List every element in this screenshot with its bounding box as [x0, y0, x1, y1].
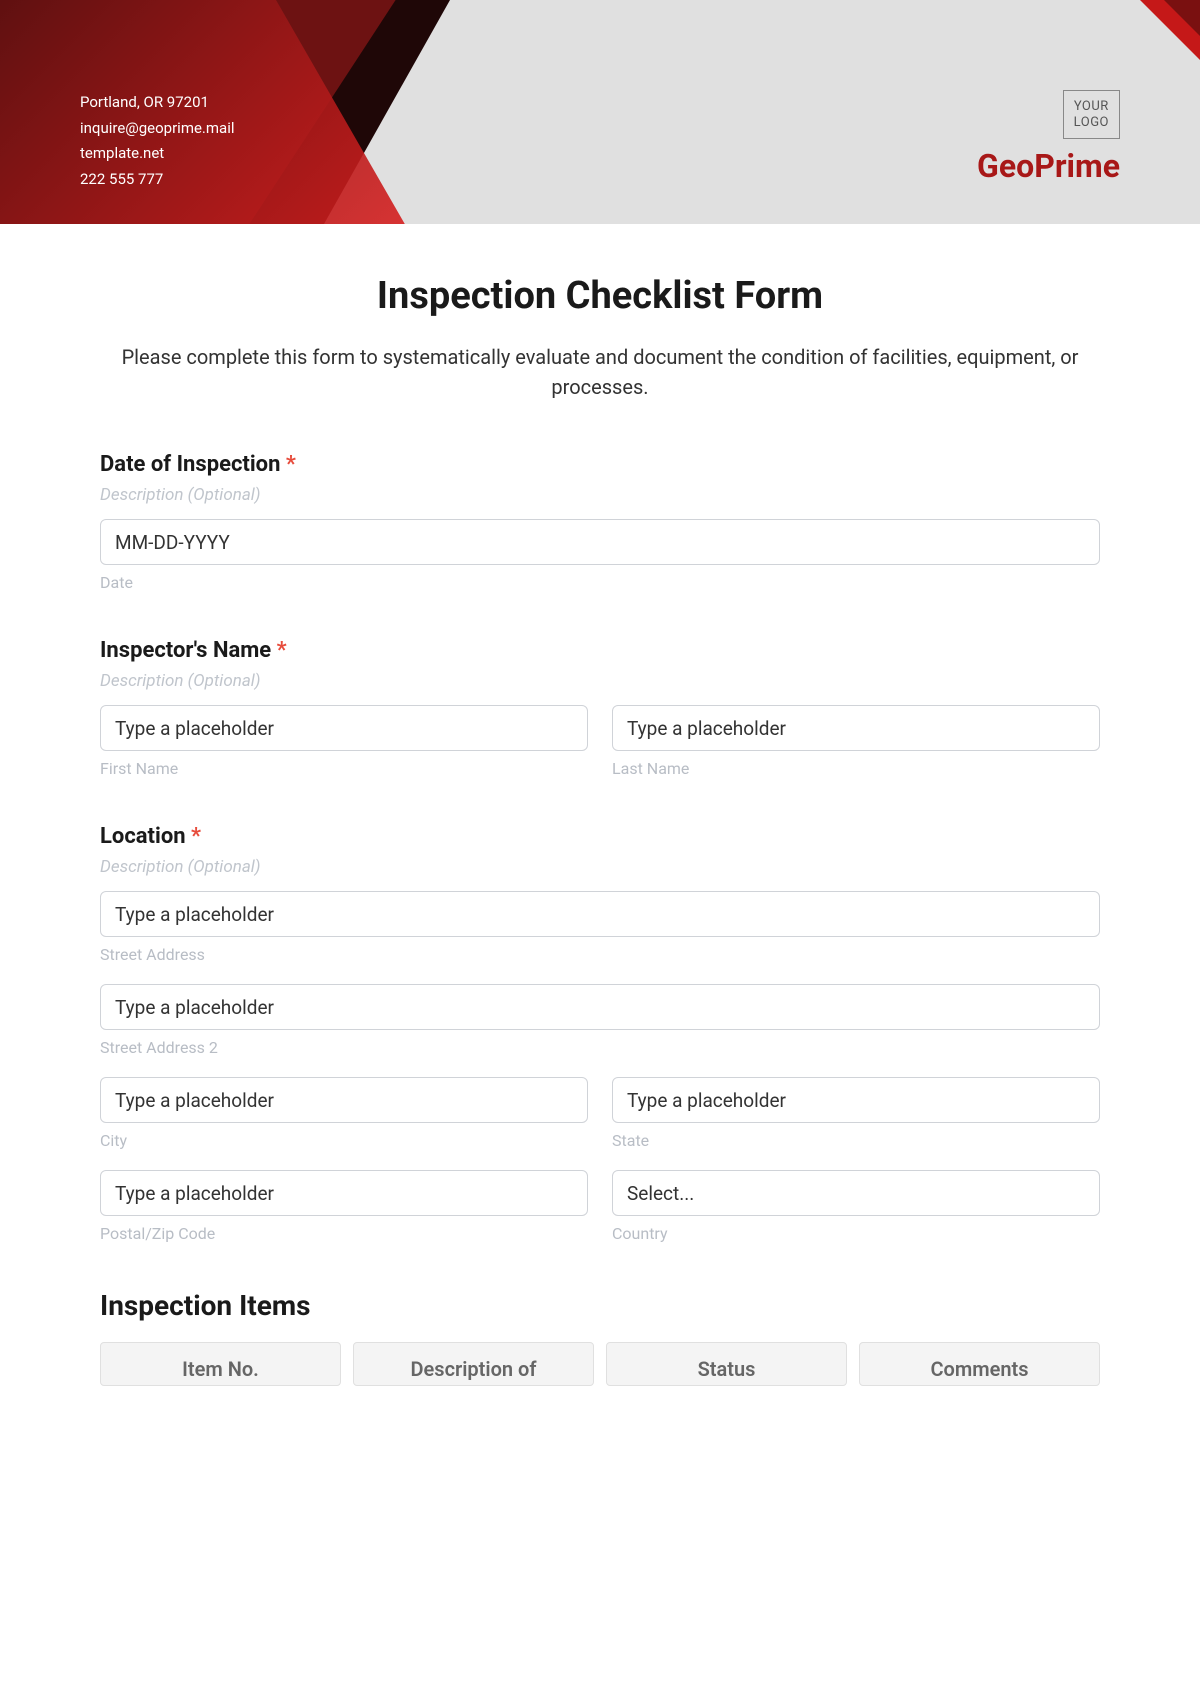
- brand-block: YOURLOGO GeoPrime: [977, 90, 1120, 185]
- field-label: Date of Inspection *: [100, 452, 1100, 477]
- column-header: Description of: [353, 1342, 594, 1386]
- field-sublabel: Country: [612, 1224, 1100, 1243]
- company-contact-info: Portland, OR 97201 inquire@geoprime.mail…: [80, 90, 235, 192]
- field-sublabel: Postal/Zip Code: [100, 1224, 588, 1243]
- street-address-input[interactable]: [100, 891, 1100, 937]
- last-name-input[interactable]: [612, 705, 1100, 751]
- brand-name: GeoPrime: [977, 147, 1120, 185]
- inspector-name-field: Inspector's Name * Description (Optional…: [100, 638, 1100, 778]
- column-header: Item No.: [100, 1342, 341, 1386]
- field-sublabel: First Name: [100, 759, 588, 778]
- field-sublabel: Street Address 2: [100, 1038, 1100, 1057]
- company-website: template.net: [80, 141, 235, 167]
- location-field: Location * Description (Optional) Street…: [100, 824, 1100, 1243]
- required-mark: *: [277, 638, 287, 663]
- inspection-items-title: Inspection Items: [100, 1289, 1100, 1322]
- column-header: Comments: [859, 1342, 1100, 1386]
- date-of-inspection-field: Date of Inspection * Description (Option…: [100, 452, 1100, 592]
- street-address-2-input[interactable]: [100, 984, 1100, 1030]
- company-email: inquire@geoprime.mail: [80, 116, 235, 142]
- field-sublabel: State: [612, 1131, 1100, 1150]
- field-label: Location *: [100, 824, 1100, 849]
- form-subtitle: Please complete this form to systematica…: [100, 342, 1100, 402]
- inspection-items-table-header: Item No. Description of Status Comments: [100, 1342, 1100, 1386]
- field-label: Inspector's Name *: [100, 638, 1100, 663]
- postal-code-input[interactable]: [100, 1170, 588, 1216]
- required-mark: *: [191, 824, 201, 849]
- required-mark: *: [286, 452, 296, 477]
- form-title: Inspection Checklist Form: [100, 274, 1100, 318]
- page-header: Portland, OR 97201 inquire@geoprime.mail…: [0, 0, 1200, 224]
- form-content: Inspection Checklist Form Please complet…: [0, 224, 1200, 1426]
- field-sublabel: City: [100, 1131, 588, 1150]
- state-input[interactable]: [612, 1077, 1100, 1123]
- date-input[interactable]: [100, 519, 1100, 565]
- country-select[interactable]: [612, 1170, 1100, 1216]
- field-sublabel: Date: [100, 573, 1100, 592]
- company-address: Portland, OR 97201: [80, 90, 235, 116]
- logo-placeholder: YOURLOGO: [1063, 90, 1120, 139]
- city-input[interactable]: [100, 1077, 588, 1123]
- description-optional: Description (Optional): [100, 671, 1100, 691]
- first-name-input[interactable]: [100, 705, 588, 751]
- field-sublabel: Last Name: [612, 759, 1100, 778]
- company-phone: 222 555 777: [80, 167, 235, 193]
- description-optional: Description (Optional): [100, 485, 1100, 505]
- description-optional: Description (Optional): [100, 857, 1100, 877]
- column-header: Status: [606, 1342, 847, 1386]
- field-sublabel: Street Address: [100, 945, 1100, 964]
